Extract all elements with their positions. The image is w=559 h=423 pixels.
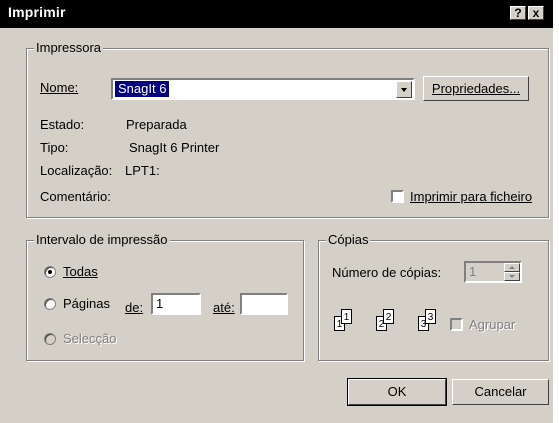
location-label: Localização:: [40, 163, 113, 178]
spin-up-icon: [504, 263, 520, 272]
printer-group: Impressora Nome: SnagIt 6 Propriedades..…: [26, 40, 549, 218]
comment-label: Comentário:: [40, 189, 111, 204]
print-to-file-checkbox[interactable]: [391, 190, 404, 203]
page-3-front: 3: [425, 309, 436, 324]
copies-count-value: 1: [469, 264, 477, 279]
printer-name-select[interactable]: SnagIt 6: [111, 78, 415, 100]
radio-all-label[interactable]: Todas: [63, 264, 98, 280]
print-dialog: Imprimir ? x Impressora Nome: SnagIt 6 P…: [0, 0, 553, 423]
collate-label: Agrupar: [469, 317, 516, 332]
window-title: Imprimir: [8, 4, 66, 20]
cancel-button[interactable]: Cancelar: [452, 379, 549, 405]
radio-pages[interactable]: [44, 298, 56, 310]
radio-pages-label[interactable]: Páginas: [63, 296, 110, 312]
print-range-group-label: Intervalo de impressão: [34, 232, 170, 248]
radio-all[interactable]: [44, 266, 56, 278]
chevron-down-icon[interactable]: [396, 81, 412, 98]
printer-group-label: Impressora: [34, 40, 104, 56]
location-value: LPT1:: [125, 163, 160, 178]
copies-count-spinner: 1: [464, 261, 522, 283]
print-range-group: Intervalo de impressão Todas Páginas de:…: [26, 232, 304, 361]
page-2-front: 2: [383, 309, 394, 324]
radio-selection: [44, 333, 56, 345]
type-value: SnagIt 6 Printer: [129, 140, 220, 155]
copies-group: Cópias Número de cópias: 1 1 1 2 2 3 3 A…: [318, 232, 549, 361]
properties-button[interactable]: Propriedades...: [423, 76, 529, 101]
to-input[interactable]: [240, 293, 288, 315]
from-label: de:: [125, 300, 144, 315]
copies-count-label: Número de cópias:: [332, 265, 442, 280]
printer-name-value: SnagIt 6: [115, 81, 170, 97]
radio-selection-label: Selecção: [63, 331, 117, 346]
ok-button[interactable]: OK: [347, 378, 447, 406]
close-button[interactable]: x: [528, 6, 544, 20]
printer-name-label: Nome:: [40, 80, 79, 95]
spin-down-icon: [504, 272, 520, 281]
type-label: Tipo:: [40, 140, 69, 155]
title-bar[interactable]: Imprimir ? x: [0, 0, 553, 28]
status-value: Preparada: [126, 117, 187, 132]
from-input[interactable]: 1: [151, 293, 201, 315]
print-to-file-label[interactable]: Imprimir para ficheiro: [410, 189, 532, 205]
collate-checkbox: [450, 318, 463, 331]
status-label: Estado:: [40, 117, 85, 132]
help-button[interactable]: ?: [510, 6, 526, 20]
copies-group-label: Cópias: [326, 232, 371, 248]
to-label: até:: [213, 300, 235, 315]
page-1-front: 1: [341, 309, 352, 324]
